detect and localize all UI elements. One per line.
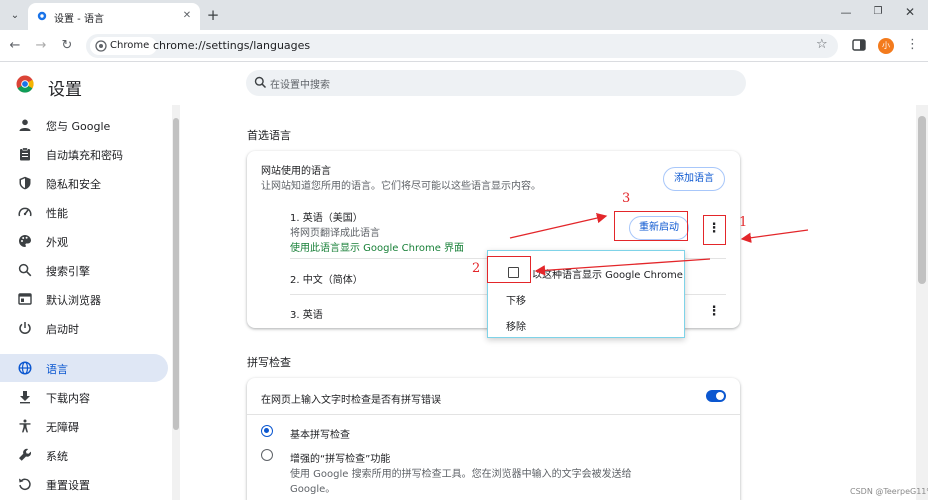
menu-item-remove[interactable]: 移除: [488, 311, 684, 337]
spellcheck-toggle-label: 在网页上输入文字时检查是否有拼写错误: [261, 395, 441, 406]
minimize-icon[interactable]: —: [838, 6, 854, 22]
language-2-label: 2. 中文（简体）: [290, 275, 363, 286]
reload-icon[interactable]: ↻: [58, 37, 76, 55]
reset-icon: [19, 478, 31, 491]
language-3-more-icon[interactable]: ⋮: [707, 304, 721, 320]
speedometer-icon: [18, 207, 32, 217]
page-title: 设置: [48, 80, 82, 100]
enhanced-spellcheck-desc-2: Google。: [290, 484, 336, 495]
new-tab-button[interactable]: +: [204, 6, 222, 24]
preferred-languages-heading: 首选语言: [247, 129, 291, 142]
search-icon: [18, 263, 32, 277]
person-icon: [19, 119, 31, 131]
sidebar-item-languages[interactable]: 语言: [0, 354, 168, 382]
annotation-number-1: 1: [739, 215, 748, 230]
close-icon[interactable]: ✕: [180, 9, 194, 23]
accessibility-icon: [19, 419, 31, 433]
toolbar: ← → ↻ Chrome chrome://settings/languages…: [0, 30, 928, 62]
card-description: 让网站知道您所用的语言。它们将尽可能以这些语言显示内容。: [261, 181, 541, 192]
basic-spellcheck-label: 基本拼写检查: [290, 430, 350, 441]
sidebar-item-performance[interactable]: 性能: [0, 198, 168, 226]
sidebar-item-autofill[interactable]: 自动填充和密码: [0, 140, 168, 168]
sidebar-item-appearance[interactable]: 外观: [0, 227, 168, 255]
sidebar-item-accessibility[interactable]: 无障碍: [0, 412, 168, 440]
sidebar-item-reset[interactable]: 重置设置: [0, 470, 168, 498]
sidebar-scrollbar-thumb[interactable]: [173, 118, 179, 430]
main-scrollbar-thumb[interactable]: [918, 116, 926, 284]
sidebar-item-on-startup[interactable]: 启动时: [0, 314, 168, 342]
spellcheck-card: 在网页上输入文字时检查是否有拼写错误 基本拼写检查 增强的“拼写检查”功能 使用…: [247, 378, 740, 500]
basic-spellcheck-radio[interactable]: [261, 425, 273, 437]
site-chip-label: Chrome: [110, 40, 150, 51]
tab-settings-languages[interactable]: 设置 - 语言 ✕: [28, 3, 200, 30]
restore-icon[interactable]: ❐: [870, 6, 886, 22]
enhanced-spellcheck-label: 增强的“拼写检查”功能: [290, 454, 391, 465]
sidebar-item-downloads[interactable]: 下载内容: [0, 383, 168, 411]
tab-title: 设置 - 语言: [54, 14, 104, 25]
annotation-number-3: 3: [622, 191, 631, 206]
sidebar-item-privacy[interactable]: 隐私和安全: [0, 169, 168, 197]
sidebar-item-search-engine[interactable]: 搜索引擎: [0, 256, 168, 284]
annotation-box-more: [703, 215, 726, 245]
browser-icon: [18, 293, 32, 305]
star-icon[interactable]: ☆: [816, 37, 828, 52]
watermark: CSDN @TeerpeG11%: [850, 487, 928, 496]
card-title: 网站使用的语言: [261, 166, 331, 177]
chrome-logo-icon: [16, 75, 34, 93]
sidebar-item-default-browser[interactable]: 默认浏览器: [0, 285, 168, 313]
forward-icon[interactable]: →: [32, 37, 50, 55]
spellcheck-toggle-knob: [716, 392, 724, 400]
address-bar[interactable]: Chrome chrome://settings/languages ☆: [86, 34, 838, 58]
language-1-translate-note: 将网页翻译成此语言: [290, 228, 380, 239]
palette-icon: [19, 235, 31, 247]
side-panel-icon[interactable]: [852, 38, 866, 52]
sidebar-item-system[interactable]: 系统: [0, 441, 168, 469]
power-icon: [19, 322, 31, 335]
language-1-ui-note: 使用此语言显示 Google Chrome 界面: [290, 243, 465, 254]
language-3-label: 3. 英语: [290, 310, 323, 321]
annotation-box-restart: [614, 211, 688, 241]
spellcheck-heading: 拼写检查: [247, 356, 291, 369]
search-icon: [254, 76, 267, 89]
annotation-number-2: 2: [472, 261, 481, 276]
browser-menu-icon[interactable]: ⋮: [906, 37, 919, 52]
annotation-box-checkbox: [487, 256, 531, 283]
globe-icon: [18, 361, 32, 375]
menu-item-move-down[interactable]: 下移: [488, 285, 684, 311]
url-text[interactable]: chrome://settings/languages: [153, 39, 310, 52]
wrench-icon: [19, 448, 32, 461]
gear-icon: [37, 11, 47, 21]
back-icon[interactable]: ←: [6, 37, 24, 55]
site-chip[interactable]: Chrome: [90, 37, 158, 55]
clipboard-icon: [20, 147, 30, 161]
annotation-arrow-1: [740, 229, 809, 243]
tab-search-button[interactable]: ⌄: [6, 6, 24, 24]
divider: [247, 414, 740, 415]
enhanced-spellcheck-radio[interactable]: [261, 449, 273, 461]
add-language-button[interactable]: 添加语言: [663, 167, 725, 191]
search-placeholder: 在设置中搜索: [270, 80, 330, 91]
language-1-label: 1. 英语（美国）: [290, 213, 363, 224]
download-icon: [20, 391, 30, 404]
shield-icon: [19, 176, 31, 190]
chevron-down-icon: ⌄: [10, 9, 20, 21]
window-close-icon[interactable]: ✕: [902, 5, 918, 21]
enhanced-spellcheck-desc: 使用 Google 搜索所用的拼写检查工具。您在浏览器中输入的文字会被发送给: [290, 469, 632, 480]
settings-search-input[interactable]: 在设置中搜索: [246, 70, 746, 96]
chrome-icon: [95, 40, 107, 52]
avatar[interactable]: 小: [878, 38, 894, 54]
sidebar-item-you-and-google[interactable]: 您与 Google: [0, 111, 168, 139]
